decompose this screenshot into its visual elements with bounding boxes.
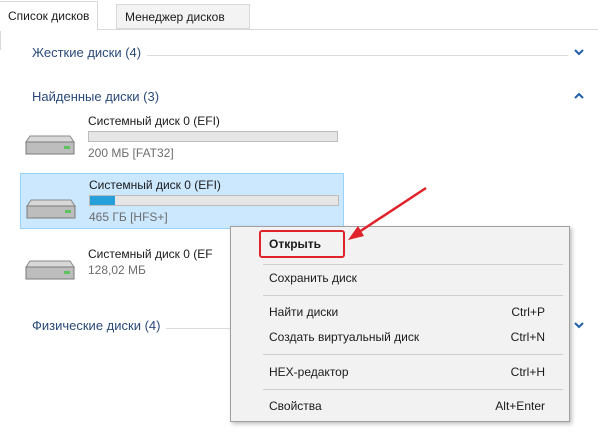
menu-item-shortcut: Ctrl+N (510, 330, 545, 344)
menu-separator (263, 354, 563, 355)
menu-item-find-disks[interactable]: Найти диски Ctrl+P (233, 301, 567, 323)
group-title-hard-disks: Жесткие диски (4) (32, 45, 148, 60)
group-hard-disks[interactable]: Жесткие диски (4) (32, 45, 586, 65)
tab-bar: Список дисков Менеджер дисков (0, 0, 598, 31)
context-menu: Открыть Сохранить диск Найти диски Ctrl+… (230, 226, 570, 422)
disk-name: Системный диск 0 (EFI) (88, 114, 220, 128)
disk-info: 200 МБ [FAT32] (88, 146, 174, 160)
chevron-up-icon[interactable] (572, 90, 586, 104)
menu-item-label: Свойства (269, 399, 322, 413)
hard-drive-icon (25, 196, 77, 220)
group-title-found-disks: Найденные диски (3) (32, 89, 166, 104)
menu-item-shortcut: Alt+Enter (495, 399, 545, 413)
menu-item-label: Сохранить диск (269, 271, 357, 285)
chevron-down-icon[interactable] (572, 46, 586, 60)
menu-separator (263, 264, 563, 265)
disk-name: Системный диск 0 (EF (88, 247, 213, 261)
menu-item-create-virtual-disk[interactable]: Создать виртуальный диск Ctrl+N (233, 326, 567, 348)
disk-item[interactable]: Системный диск 0 (EFI) 200 МБ [FAT32] (20, 110, 344, 166)
tab-disk-manager[interactable]: Менеджер дисков (116, 4, 250, 29)
menu-item-label: HEX-редактор (269, 365, 349, 379)
highlight-box (259, 230, 345, 258)
group-title-physical-disks: Физические диски (4) (32, 318, 167, 333)
disk-name: Системный диск 0 (EFI) (89, 178, 221, 192)
menu-item-label: Создать виртуальный диск (269, 330, 420, 344)
menu-item-shortcut: Ctrl+H (510, 365, 545, 379)
menu-separator (263, 295, 563, 296)
disk-info: 465 ГБ [HFS+] (89, 210, 168, 224)
disk-info: 128,02 МБ (88, 263, 146, 277)
hard-drive-icon (24, 257, 76, 281)
tab-disk-list[interactable]: Список дисков (0, 1, 99, 31)
hard-drive-icon (24, 132, 76, 156)
disk-item-selected[interactable]: Системный диск 0 (EFI) 465 ГБ [HFS+] (20, 173, 344, 229)
menu-item-shortcut: Ctrl+P (511, 305, 545, 319)
disk-usage-bar (89, 195, 339, 206)
left-border (0, 30, 1, 50)
disk-usage-bar (88, 131, 338, 142)
group-found-disks[interactable]: Найденные диски (3) (32, 89, 586, 109)
menu-separator (263, 389, 563, 390)
chevron-down-icon[interactable] (572, 319, 586, 333)
disk-usage-fill (90, 196, 115, 205)
menu-item-save-disk[interactable]: Сохранить диск (233, 267, 567, 289)
menu-item-hex-editor[interactable]: HEX-редактор Ctrl+H (233, 361, 567, 383)
menu-item-properties[interactable]: Свойства Alt+Enter (233, 395, 567, 417)
menu-item-label: Найти диски (269, 305, 339, 319)
